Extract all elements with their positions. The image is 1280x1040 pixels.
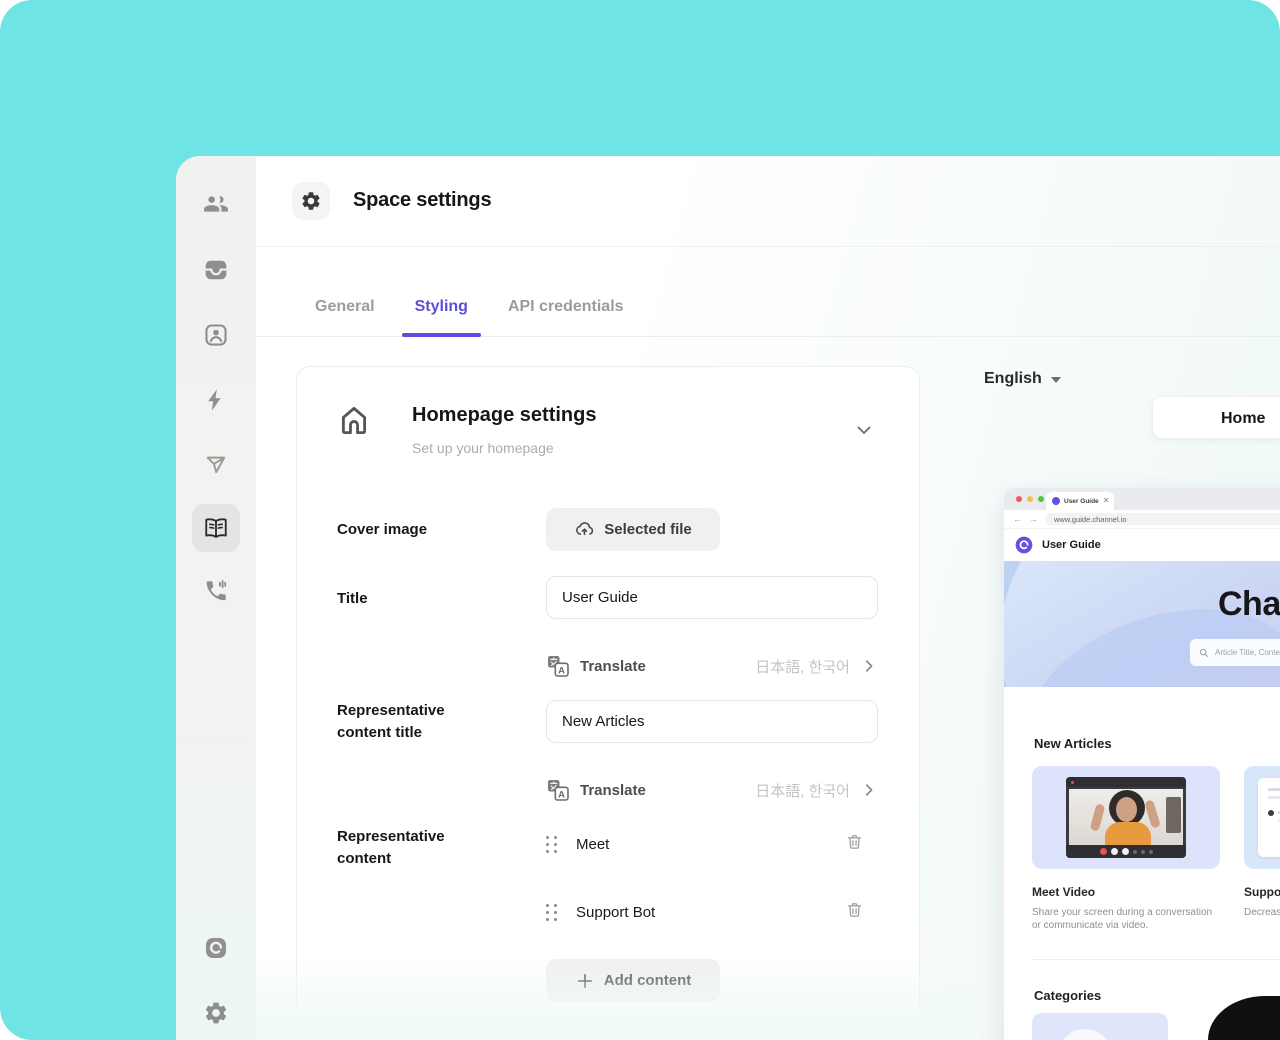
url-field[interactable]: www.guide.channel.io: [1045, 513, 1280, 525]
home-icon: [337, 403, 371, 442]
translate-label: Translate: [580, 657, 646, 675]
add-content-button[interactable]: Add content: [546, 959, 720, 1002]
card-subtitle: Set up your homepage: [412, 440, 554, 456]
collapse-chevron-down-icon[interactable]: [853, 419, 875, 446]
site-title: User Guide: [1042, 539, 1101, 551]
language-selector-value: English: [984, 370, 1042, 387]
cloud-upload-icon: [576, 522, 594, 536]
title-label: Title: [337, 590, 368, 607]
article-title: Meet Video: [1032, 885, 1096, 899]
article-thumbnail: [1032, 766, 1220, 869]
language-selector[interactable]: English: [984, 370, 1061, 388]
article-card[interactable]: Meet Video Share your screen during a co…: [1032, 766, 1220, 932]
cover-image-label: Cover image: [337, 521, 428, 538]
delete-trash-icon[interactable]: [845, 900, 864, 925]
contacts-icon[interactable]: [203, 322, 229, 348]
drag-handle-icon[interactable]: [546, 835, 557, 853]
tab-general[interactable]: General: [315, 298, 375, 337]
article-description: Share your screen during a conversation …: [1032, 907, 1213, 931]
search-placeholder: Article Title, Content: [1215, 648, 1280, 657]
add-content-label: Add content: [603, 972, 692, 989]
delete-trash-icon[interactable]: [845, 832, 864, 857]
content-item-name: Support Bot: [576, 903, 656, 921]
article-thumbnail: [1244, 766, 1280, 869]
svg-text:A: A: [558, 789, 565, 800]
calls-phone-icon[interactable]: [203, 578, 229, 604]
translate-row-title[interactable]: A Translate 日本語, 한국어: [546, 647, 878, 685]
homepage-settings-card: Homepage settings Set up your homepage C…: [296, 366, 920, 1040]
channel-messenger-icon[interactable]: [203, 935, 229, 961]
article-card[interactable]: Support Decrease inquiries: [1244, 766, 1280, 919]
browser-urlbar: ← → www.guide.channel.io: [1004, 510, 1280, 529]
translate-languages: 日本語, 한국어: [755, 658, 850, 676]
content-item-row: Meet: [546, 824, 878, 864]
hero-banner: Cha Article Title, Content: [1004, 561, 1280, 687]
chevron-right-icon: [865, 660, 873, 672]
caret-down-icon: [1050, 377, 1061, 383]
site-header: User Guide: [1004, 529, 1280, 561]
back-arrow-icon[interactable]: ←: [1013, 514, 1022, 524]
forward-arrow-icon[interactable]: →: [1029, 514, 1038, 524]
browser-tabstrip: User Guide ✕: [1004, 488, 1280, 510]
category-card[interactable]: [1032, 1013, 1168, 1040]
search-icon: [1199, 648, 1209, 657]
page-header: Space settings: [256, 156, 1280, 247]
translate-label: Translate: [580, 781, 646, 799]
article-title: Support: [1244, 885, 1280, 899]
content-item-row: Support Bot: [546, 892, 878, 932]
translate-row-representative[interactable]: A Translate 日本語, 한국어: [546, 771, 878, 809]
automation-bolt-icon[interactable]: [203, 387, 229, 413]
representative-content-title-input[interactable]: [546, 700, 878, 743]
browser-tab-title: User Guide: [1064, 497, 1099, 505]
card-title: Homepage settings: [412, 404, 597, 426]
home-button[interactable]: Home: [1152, 396, 1280, 439]
category-illustration: [1058, 1029, 1112, 1040]
app-sidebar: [176, 156, 256, 1040]
chevron-right-icon: [865, 784, 873, 796]
site-body: New Articles Meet Video Share your scree…: [1004, 687, 1280, 1040]
chat-window-mock: [1258, 778, 1280, 857]
representative-content-title-label: Representative content title: [337, 702, 445, 741]
tab-close-icon[interactable]: ✕: [1103, 497, 1110, 505]
favicon-channel-icon: [1052, 497, 1060, 505]
new-articles-heading: New Articles: [1034, 736, 1112, 751]
page-title: Space settings: [353, 189, 492, 211]
settings-tab-bar: General Styling API credentials: [256, 246, 1280, 337]
inbox-icon[interactable]: [203, 257, 229, 283]
hero-title: Cha: [1218, 585, 1280, 623]
translate-icon: A: [548, 780, 569, 801]
screenshot-canvas: Space settings General Styling API crede…: [0, 0, 1280, 1040]
gear-icon: [302, 192, 320, 210]
space-settings-gear-badge: [292, 182, 330, 220]
title-input[interactable]: [546, 576, 878, 619]
user-guide-docs-icon[interactable]: [203, 515, 229, 541]
browser-tab[interactable]: User Guide ✕: [1046, 492, 1114, 510]
categories-heading: Categories: [1034, 988, 1102, 1003]
settings-gear-icon[interactable]: [203, 1000, 229, 1026]
article-description: Decrease inquiries: [1244, 907, 1280, 918]
selected-file-button[interactable]: Selected file: [546, 508, 720, 551]
translate-languages: 日本語, 한국어: [755, 782, 850, 800]
svg-text:A: A: [558, 665, 565, 676]
tab-api-credentials[interactable]: API credentials: [508, 298, 624, 337]
drag-handle-icon[interactable]: [546, 903, 557, 921]
content-item-name: Meet: [576, 835, 610, 853]
tab-styling[interactable]: Styling: [401, 298, 482, 337]
browser-preview: User Guide ✕ ← → www.guide.channel.io Us…: [1004, 488, 1280, 1040]
article-search-box[interactable]: Article Title, Content: [1190, 639, 1280, 666]
plus-icon: [577, 973, 592, 988]
send-campaign-icon[interactable]: [203, 452, 229, 478]
representative-content-label: Representative content: [337, 828, 445, 867]
app-window: Space settings General Styling API crede…: [176, 156, 1280, 1040]
section-divider: [1032, 959, 1280, 960]
selected-file-label: Selected file: [604, 521, 692, 538]
traffic-lights-icon: [1016, 496, 1044, 502]
translate-icon: A: [548, 656, 569, 677]
video-call-mock: [1066, 777, 1186, 858]
team-members-icon[interactable]: [203, 191, 229, 217]
channel-logo-icon: [1015, 536, 1033, 554]
settings-content: Homepage settings Set up your homepage C…: [256, 337, 1280, 1040]
